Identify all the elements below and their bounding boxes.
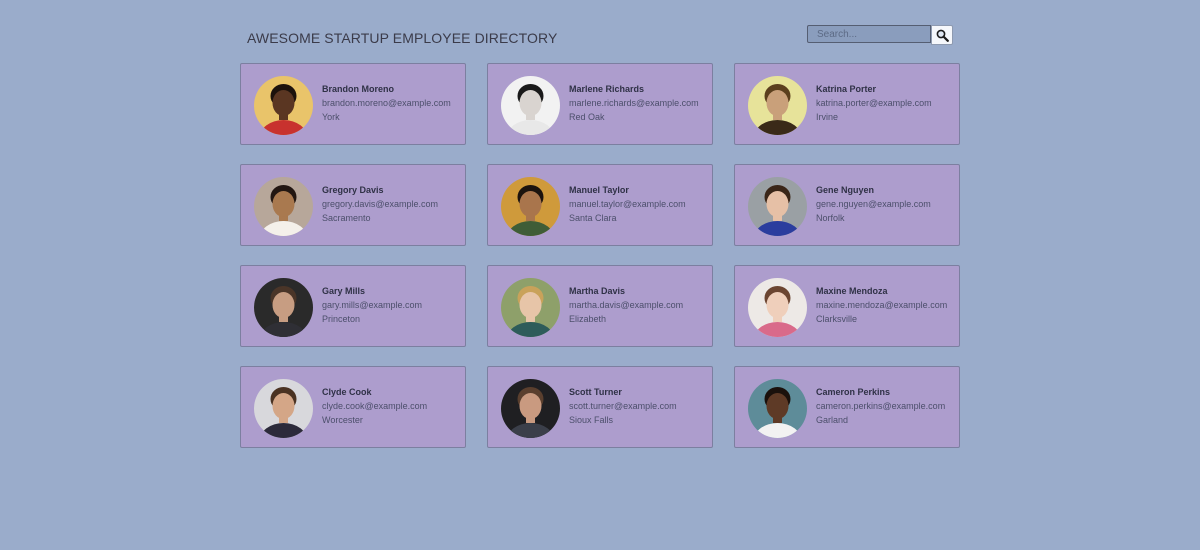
employee-card[interactable]: Clyde Cook clyde.cook@example.com Worceste… — [240, 366, 466, 448]
avatar — [254, 379, 313, 438]
employee-info: Brandon Moreno brandon.moreno@example.com… — [322, 82, 451, 124]
employee-name: Cameron Perkins — [816, 387, 891, 397]
employee-email: martha.davis@example.com — [569, 300, 684, 310]
employee-name: Brandon Moreno — [322, 84, 394, 94]
employee-info: Scott Turner scott.turner@example.com Siou… — [569, 385, 677, 427]
employee-city: Irvine — [816, 112, 839, 122]
employee-email: gary.mills@example.com — [322, 300, 422, 310]
employee-email: brandon.moreno@example.com — [322, 98, 451, 108]
avatar — [501, 76, 560, 135]
employee-name: Maxine Mendoza — [816, 286, 888, 296]
employee-info: Gregory Davis gregory.davis@example.com Sa… — [322, 183, 438, 225]
page: AWESOME STARTUP EMPLOYEE DIRECTORY Brand… — [0, 0, 1200, 550]
avatar — [501, 278, 560, 337]
employee-card[interactable]: Gregory Davis gregory.davis@example.com Sa… — [240, 164, 466, 246]
avatar — [748, 177, 807, 236]
avatar — [501, 177, 560, 236]
employee-info: Gene Nguyen gene.nguyen@example.com Norfol… — [816, 183, 931, 225]
search-form — [807, 25, 953, 45]
employee-city: Worcester — [322, 415, 363, 425]
employee-name: Clyde Cook — [322, 387, 372, 397]
avatar — [748, 278, 807, 337]
employee-name: Martha Davis — [569, 286, 626, 296]
employee-email: clyde.cook@example.com — [322, 401, 428, 411]
employee-card[interactable]: Marlene Richards marlene.richards@example… — [487, 63, 713, 145]
employee-city: Red Oak — [569, 112, 605, 122]
employee-card[interactable]: Gene Nguyen gene.nguyen@example.com Norfol… — [734, 164, 960, 246]
employee-city: Sioux Falls — [569, 415, 614, 425]
portrait-image — [254, 379, 313, 438]
employee-name: Gary Mills — [322, 286, 366, 296]
employee-card[interactable]: Manuel Taylor manuel.taylor@example.com Sa… — [487, 164, 713, 246]
portrait-image — [748, 379, 807, 438]
avatar — [254, 177, 313, 236]
employee-info: Cameron Perkins cameron.perkins@example.c… — [816, 385, 945, 427]
employee-name: Gregory Davis — [322, 185, 384, 195]
employee-email: katrina.porter@example.com — [816, 98, 932, 108]
employee-info: Marlene Richards marlene.richards@example… — [569, 82, 699, 124]
search-button[interactable] — [931, 25, 953, 45]
portrait-image — [501, 278, 560, 337]
portrait-image — [501, 177, 560, 236]
employee-city: York — [322, 112, 340, 122]
employee-name: Scott Turner — [569, 387, 622, 397]
magnifier-icon — [936, 29, 949, 42]
employee-name: Marlene Richards — [569, 84, 645, 94]
employee-info: Gary Mills gary.mills@example.com Princeto… — [322, 284, 422, 326]
employee-email: manuel.taylor@example.com — [569, 199, 686, 209]
employee-city: Norfolk — [816, 213, 845, 223]
portrait-image — [748, 76, 807, 135]
avatar — [254, 76, 313, 135]
employee-city: Elizabeth — [569, 314, 607, 324]
employee-name: Gene Nguyen — [816, 185, 875, 195]
employee-email: scott.turner@example.com — [569, 401, 677, 411]
header: AWESOME STARTUP EMPLOYEE DIRECTORY — [240, 24, 960, 52]
employee-city: Princeton — [322, 314, 361, 324]
employee-info: Martha Davis martha.davis@example.com Eliz… — [569, 284, 683, 326]
search-input[interactable] — [807, 25, 931, 43]
employee-card[interactable]: Scott Turner scott.turner@example.com Siou… — [487, 366, 713, 448]
employee-card[interactable]: Gary Mills gary.mills@example.com Princeto… — [240, 265, 466, 347]
employee-city: Clarksville — [816, 314, 858, 324]
employee-card[interactable]: Cameron Perkins cameron.perkins@example.c… — [734, 366, 960, 448]
employee-city: Garland — [816, 415, 849, 425]
avatar — [501, 379, 560, 438]
employee-card[interactable]: Martha Davis martha.davis@example.com Eliz… — [487, 265, 713, 347]
portrait-image — [748, 177, 807, 236]
employee-info: Katrina Porter katrina.porter@example.com… — [816, 82, 932, 124]
employee-name: Katrina Porter — [816, 84, 877, 94]
employee-card[interactable]: Brandon Moreno brandon.moreno@example.com… — [240, 63, 466, 145]
portrait-image — [254, 177, 313, 236]
employee-email: gregory.davis@example.com — [322, 199, 439, 209]
employee-email: marlene.richards@example.com — [569, 98, 699, 108]
employee-city: Sacramento — [322, 213, 371, 223]
employee-card[interactable]: Maxine Mendoza maxine.mendoza@example.com… — [734, 265, 960, 347]
portrait-image — [254, 76, 313, 135]
employee-gallery: Brandon Moreno brandon.moreno@example.com… — [240, 63, 960, 448]
portrait-image — [501, 379, 560, 438]
portrait-image — [748, 278, 807, 337]
employee-name: Manuel Taylor — [569, 185, 629, 195]
employee-info: Manuel Taylor manuel.taylor@example.com Sa… — [569, 183, 686, 225]
employee-city: Santa Clara — [569, 213, 617, 223]
avatar — [748, 76, 807, 135]
employee-info: Maxine Mendoza maxine.mendoza@example.com… — [816, 284, 947, 326]
page-title: AWESOME STARTUP EMPLOYEE DIRECTORY — [247, 30, 558, 46]
employee-email: cameron.perkins@example.com — [816, 401, 946, 411]
employee-card[interactable]: Katrina Porter katrina.porter@example.com… — [734, 63, 960, 145]
portrait-image — [501, 76, 560, 135]
employee-email: maxine.mendoza@example.com — [816, 300, 948, 310]
employee-info: Clyde Cook clyde.cook@example.com Worceste… — [322, 385, 427, 427]
portrait-image — [254, 278, 313, 337]
avatar — [254, 278, 313, 337]
avatar — [748, 379, 807, 438]
employee-email: gene.nguyen@example.com — [816, 199, 931, 209]
